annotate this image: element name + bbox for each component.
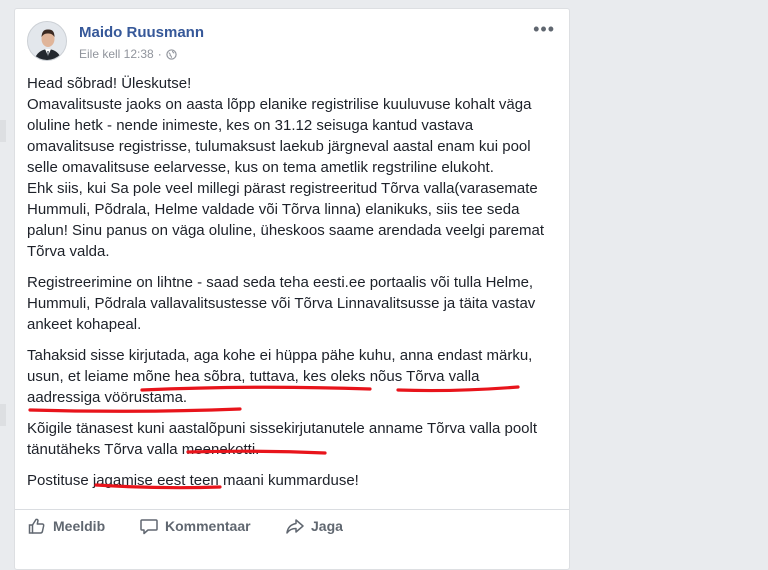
comment-icon bbox=[140, 519, 158, 535]
post-card: Maido Ruusmann Eile kell 12:38 · ••• Hea… bbox=[14, 8, 570, 570]
author-name[interactable]: Maido Ruusmann bbox=[79, 24, 204, 41]
post-text: Head sõbrad! Üleskutse! Omavalitsuste ja… bbox=[27, 73, 553, 501]
left-background-strip bbox=[0, 0, 14, 554]
post-paragraph: Tahaksid sisse kirjutada, aga kohe ei hü… bbox=[27, 347, 533, 406]
more-options-icon[interactable]: ••• bbox=[533, 20, 555, 38]
post-actions-bar: Meeldib Kommentaar Jaga bbox=[15, 509, 569, 546]
post-paragraph: Kõigile tänasest kuni aastalõpuni sissek… bbox=[27, 420, 538, 458]
share-label: Jaga bbox=[311, 518, 343, 534]
background-edge bbox=[0, 404, 6, 426]
share-button[interactable]: Jaga bbox=[285, 516, 343, 536]
background-edge bbox=[0, 120, 6, 142]
avatar-photo bbox=[28, 22, 66, 60]
globe-icon[interactable] bbox=[166, 48, 177, 60]
share-arrow-icon bbox=[286, 519, 304, 534]
thumbs-up-icon bbox=[28, 518, 45, 534]
post-paragraph: Registreerimine on lihtne - saad seda te… bbox=[27, 274, 536, 333]
like-button[interactable]: Meeldib bbox=[27, 516, 105, 536]
comment-button[interactable]: Kommentaar bbox=[139, 516, 251, 536]
avatar[interactable] bbox=[27, 21, 67, 61]
meta-separator: · bbox=[157, 47, 162, 61]
comment-label: Kommentaar bbox=[165, 518, 251, 534]
post-paragraph: Head sõbrad! Üleskutse! Omavalitsuste ja… bbox=[27, 75, 545, 260]
post-timestamp[interactable]: Eile kell 12:38 bbox=[79, 47, 154, 61]
post-meta: Eile kell 12:38 · bbox=[79, 47, 177, 61]
like-label: Meeldib bbox=[53, 518, 106, 534]
post-paragraph: Postituse jagamise eest teen maani kumma… bbox=[27, 472, 359, 489]
